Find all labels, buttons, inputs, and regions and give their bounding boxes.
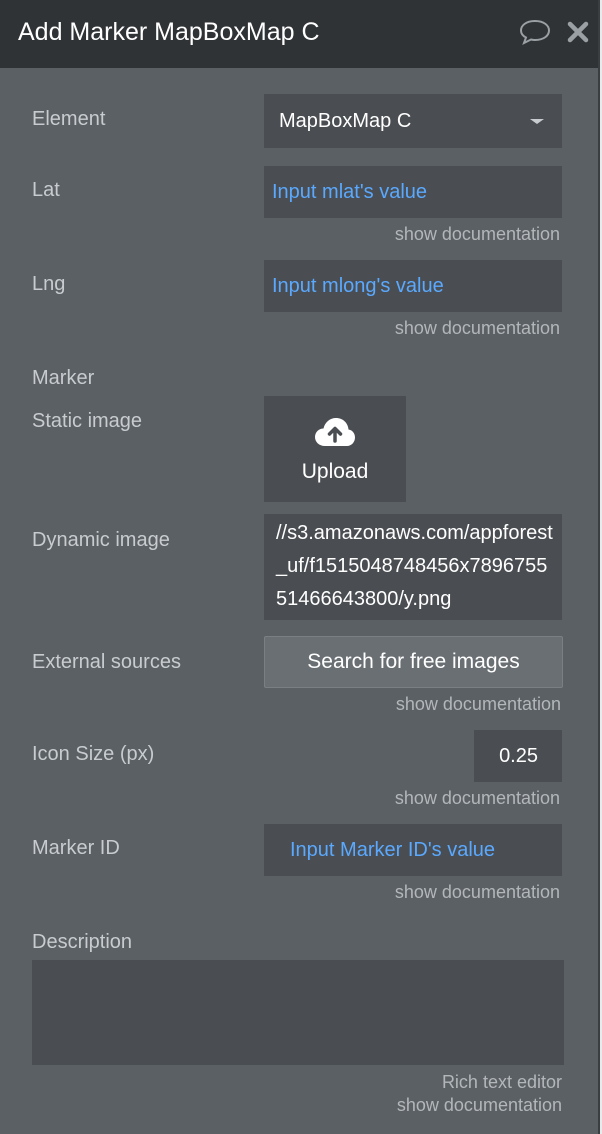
external-sources-show-documentation-link[interactable]: show documentation <box>396 694 561 715</box>
lng-input[interactable]: Input mlong's value <box>264 260 562 312</box>
icon-size-show-documentation-link[interactable]: show documentation <box>395 788 560 809</box>
lat-label: Lat <box>32 179 60 201</box>
lat-show-documentation-link[interactable]: show documentation <box>395 224 560 245</box>
marker-id-show-documentation-link[interactable]: show documentation <box>395 882 560 903</box>
element-dropdown[interactable]: MapBoxMap C <box>264 94 562 148</box>
lng-label: Lng <box>32 273 66 295</box>
titlebar-icons <box>518 18 590 46</box>
dynamic-image-label: Dynamic image <box>32 529 170 551</box>
description-label: Description <box>32 931 133 953</box>
dynamic-image-input[interactable]: //s3.amazonaws.com/appforest_uf/f1515048… <box>264 514 562 620</box>
external-sources-label: External sources <box>32 651 181 673</box>
lng-show-documentation-link[interactable]: show documentation <box>395 318 560 339</box>
marker-id-input[interactable]: Input Marker ID's value <box>264 824 562 876</box>
icon-size-input[interactable]: 0.25 <box>474 730 562 782</box>
speech-bubble-icon[interactable] <box>518 18 552 46</box>
static-image-label: Static image <box>32 410 143 432</box>
description-textarea[interactable] <box>32 960 564 1065</box>
lat-input[interactable]: Input mlat's value <box>264 166 562 218</box>
property-editor-panel: Add Marker MapBoxMap C Element MapBoxMap… <box>0 0 600 1134</box>
panel-title: Add Marker MapBoxMap C <box>18 18 320 46</box>
marker-section-label: Marker <box>32 367 95 389</box>
upload-button-label: Upload <box>301 460 369 483</box>
upload-button[interactable]: Upload <box>264 396 406 502</box>
cloud-upload-icon <box>315 418 355 446</box>
rich-text-editor-link[interactable]: Rich text editor <box>442 1072 562 1093</box>
close-icon[interactable] <box>566 20 590 44</box>
element-label: Element <box>32 108 106 130</box>
chevron-down-icon <box>530 119 544 124</box>
panel-titlebar[interactable]: Add Marker MapBoxMap C <box>0 0 598 68</box>
element-dropdown-value: MapBoxMap C <box>279 110 412 132</box>
marker-id-label: Marker ID <box>32 837 120 859</box>
description-show-documentation-link[interactable]: show documentation <box>397 1095 562 1116</box>
search-free-images-button[interactable]: Search for free images <box>264 636 563 688</box>
icon-size-label: Icon Size (px) <box>32 743 155 765</box>
